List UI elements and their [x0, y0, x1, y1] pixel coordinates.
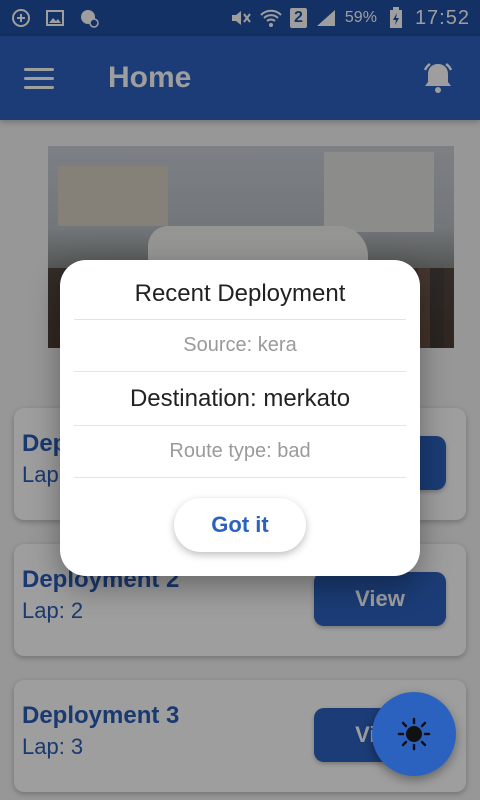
- recent-deployment-dialog: Recent Deployment Source: kera Destinati…: [60, 260, 420, 576]
- dialog-title: Recent Deployment: [74, 268, 406, 320]
- got-it-button[interactable]: Got it: [174, 498, 306, 552]
- dialog-route-type: Route type: bad: [74, 426, 406, 478]
- dialog-source: Source: kera: [74, 320, 406, 372]
- theme-toggle-button[interactable]: [372, 692, 456, 776]
- brightness-icon: [397, 717, 431, 751]
- dialog-destination: Destination: merkato: [74, 372, 406, 426]
